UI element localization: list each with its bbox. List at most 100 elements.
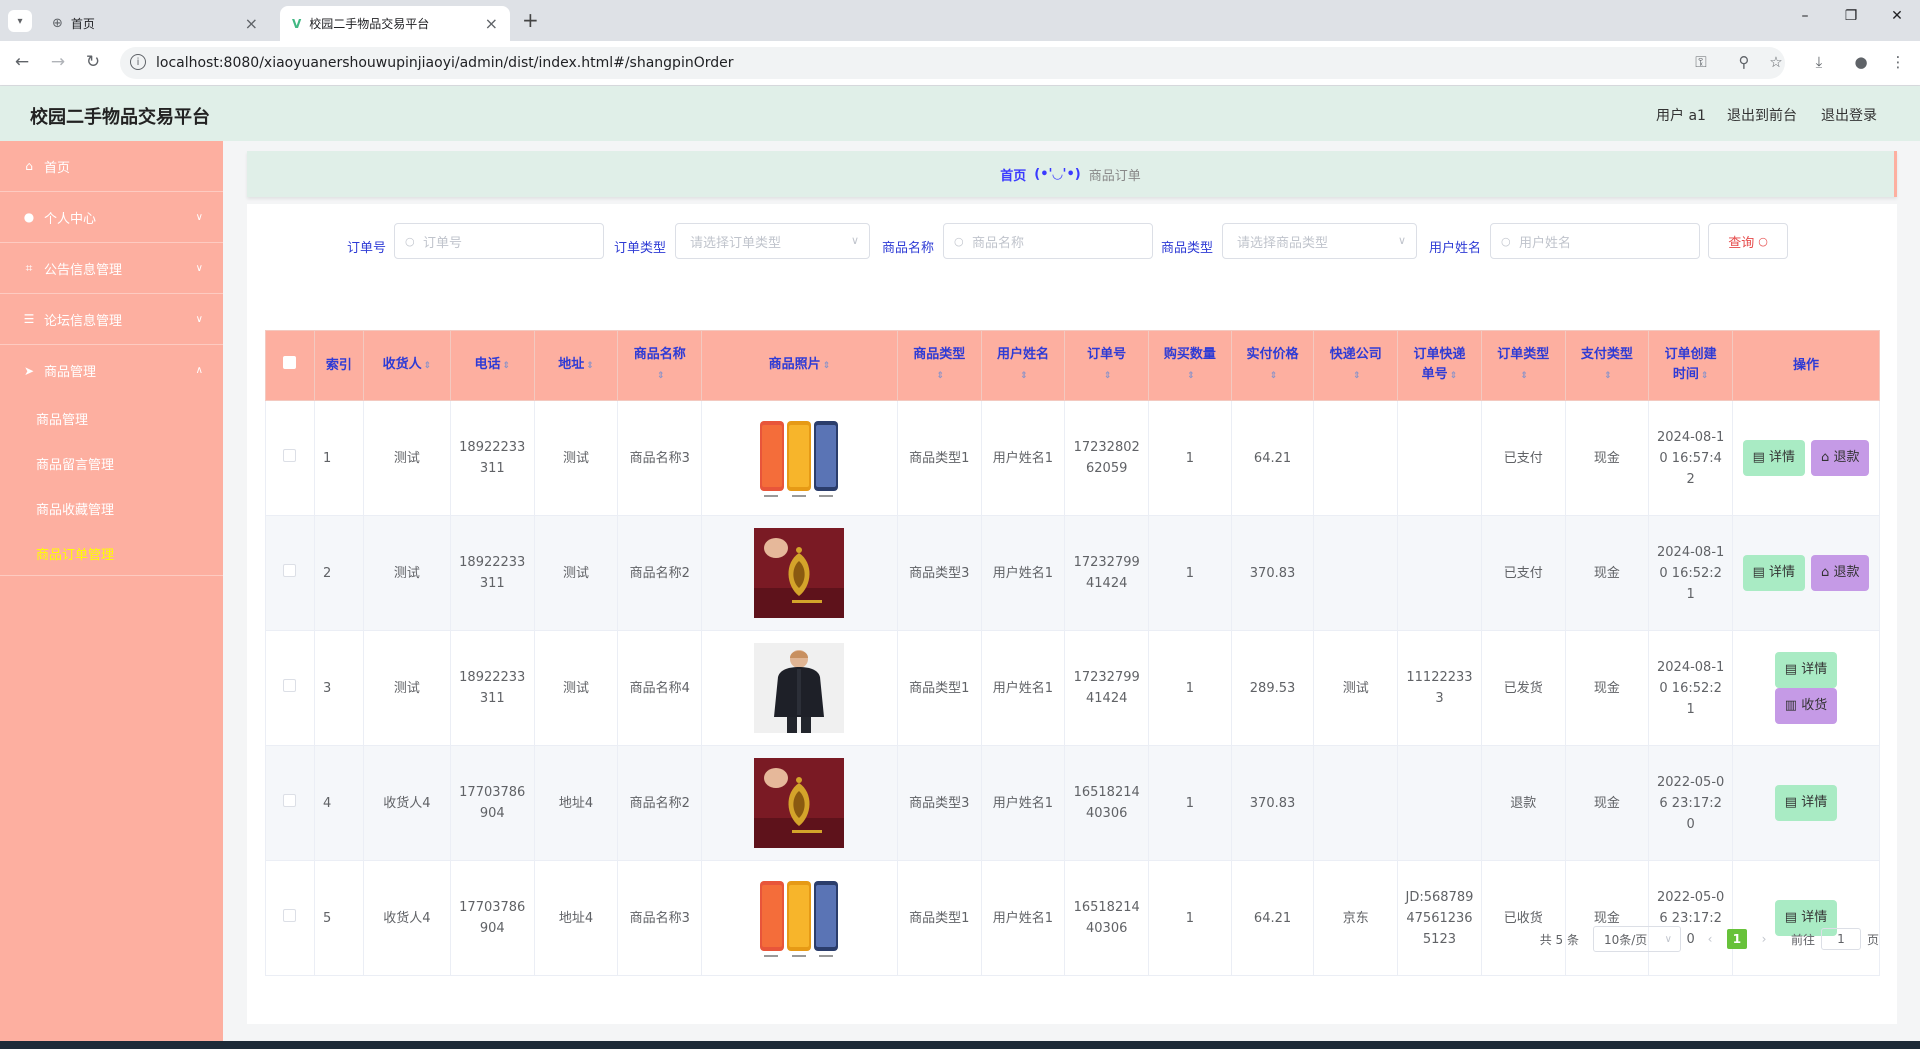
cell-photo	[701, 630, 898, 746]
minimize-icon[interactable]: –	[1790, 8, 1820, 24]
sort-icon[interactable]: ⇕	[1604, 371, 1612, 381]
detail-button[interactable]: ▤ 详情	[1774, 652, 1838, 688]
order-no-input[interactable]: ○ 订单号	[394, 223, 604, 259]
col-tracking[interactable]: 订单快递 单号 ⇕	[1397, 330, 1482, 401]
col-photo[interactable]: 商品照片 ⇕	[701, 330, 898, 401]
sidebar-item-notice[interactable]: ⌗ 公告信息管理 ∨	[0, 243, 223, 294]
product-photo-pendant[interactable]	[754, 528, 845, 618]
forward-icon[interactable]: →	[47, 52, 69, 72]
new-tab-icon[interactable]: +	[522, 8, 539, 32]
profile-icon[interactable]: ●	[1850, 53, 1872, 71]
key-icon[interactable]: ⚿	[1690, 53, 1712, 71]
col-goods-name[interactable]: 商品名称 ⇕	[617, 330, 703, 401]
submenu-goods-manage[interactable]: 商品管理	[0, 396, 223, 441]
download-icon[interactable]: ⤓	[1808, 53, 1830, 71]
col-phone[interactable]: 电话 ⇕	[449, 330, 535, 401]
row-checkbox[interactable]	[283, 448, 297, 462]
sort-icon[interactable]: ⇕	[657, 371, 665, 381]
table-row[interactable]: 1 测试 18922233311 测试 商品名称3 商品类型1 用户姓名1 172328026…	[265, 400, 1880, 516]
menu-dots-icon[interactable]: ⋮	[1887, 53, 1909, 71]
sidebar-item-profile[interactable]: ● 个人中心 ∨	[0, 192, 223, 243]
col-courier[interactable]: 快递公司 ⇕	[1313, 330, 1399, 401]
breadcrumb-home[interactable]: 首页	[1000, 165, 1026, 184]
zoom-icon[interactable]: ⚲	[1733, 53, 1755, 71]
col-pay-type[interactable]: 支付类型 ⇕	[1564, 330, 1650, 401]
row-checkbox[interactable]	[283, 678, 297, 692]
row-checkbox[interactable]	[283, 793, 297, 807]
select-all-checkbox[interactable]	[283, 355, 297, 369]
detail-button[interactable]: ▤ 详情	[1774, 785, 1838, 821]
sidebar-item-forum[interactable]: ☰ 论坛信息管理 ∨	[0, 294, 223, 345]
order-type-select[interactable]: 请选择订单类型 ∨	[675, 223, 870, 259]
bookmark-star-icon[interactable]: ☆	[1765, 53, 1787, 71]
sort-icon[interactable]: ⇕	[424, 361, 432, 371]
sort-icon[interactable]: ⇕	[586, 361, 594, 371]
sort-icon[interactable]: ⇕	[1450, 371, 1458, 381]
goods-name-input[interactable]: ○ 商品名称	[943, 223, 1153, 259]
sort-icon[interactable]: ⇕	[936, 371, 944, 381]
goods-type-select[interactable]: 请选择商品类型 ∨	[1222, 223, 1417, 259]
col-user-name[interactable]: 用户姓名 ⇕	[980, 330, 1066, 401]
back-icon[interactable]: ←	[11, 52, 33, 72]
sort-icon[interactable]: ⇕	[1701, 371, 1709, 381]
detail-button[interactable]: ▤ 详情	[1742, 440, 1806, 476]
browser-tab-home[interactable]: ⊕ 首页 ×	[40, 6, 270, 41]
sort-icon[interactable]: ⇕	[502, 361, 510, 371]
product-photo-phones[interactable]	[754, 413, 845, 503]
sidebar-item-home[interactable]: ⌂ 首页	[0, 141, 223, 192]
product-photo-phones[interactable]	[754, 873, 845, 963]
sort-icon[interactable]: ⇕	[1104, 371, 1112, 381]
prev-page-icon[interactable]: ‹	[1701, 932, 1719, 946]
sort-icon[interactable]: ⇕	[1270, 371, 1278, 381]
reload-icon[interactable]: ↻	[82, 52, 104, 72]
url-field[interactable]: localhost:8080/xiaoyuanershouwupinjiaoyi…	[120, 47, 1785, 79]
current-page-button[interactable]: 1	[1726, 929, 1747, 949]
site-info-icon[interactable]: i	[130, 54, 146, 70]
close-icon[interactable]: ×	[245, 14, 258, 33]
table-row[interactable]: 5 收货人4 17703786904 地址4 商品名称3 商品类型1 用户姓名1 165182…	[265, 860, 1880, 976]
row-checkbox[interactable]	[283, 563, 297, 577]
col-price[interactable]: 实付价格 ⇕	[1230, 330, 1315, 401]
sort-icon[interactable]: ⇕	[1020, 371, 1028, 381]
row-checkbox[interactable]	[283, 908, 297, 922]
close-icon[interactable]: ×	[485, 14, 498, 33]
window-close-icon[interactable]: ✕	[1882, 8, 1912, 24]
browser-tab-active[interactable]: V 校园二手物品交易平台 ×	[280, 6, 510, 41]
col-qty[interactable]: 购买数量 ⇕	[1148, 330, 1232, 401]
col-receiver[interactable]: 收货人 ⇕	[362, 330, 451, 401]
refund-button[interactable]: ⌂ 退款	[1811, 440, 1870, 476]
col-address[interactable]: 地址 ⇕	[533, 330, 619, 401]
detail-button[interactable]: ▤ 详情	[1742, 555, 1806, 591]
refund-button[interactable]: ⌂ 退款	[1811, 555, 1870, 591]
sort-icon[interactable]: ⇕	[823, 361, 831, 371]
product-photo-jacket[interactable]	[754, 643, 845, 733]
table-row[interactable]: 2 测试 18922233311 测试 商品名称2 商品类型3 用户姓名1 172327994…	[265, 515, 1880, 631]
tab-list-button[interactable]: ▾	[8, 10, 32, 32]
col-created[interactable]: 订单创建 时间 ⇕	[1648, 330, 1734, 401]
sidebar-item-goods[interactable]: ➤ 商品管理 ∧	[0, 345, 223, 396]
sort-icon[interactable]: ⇕	[1353, 371, 1361, 381]
cell-order-no: 1651821440306	[1064, 745, 1150, 861]
submenu-goods-comment[interactable]: 商品留言管理	[0, 441, 223, 486]
user-name-input[interactable]: ○ 用户姓名	[1490, 223, 1700, 259]
col-goods-type[interactable]: 商品类型 ⇕	[896, 330, 982, 401]
logout-link[interactable]: 退出登录	[1821, 105, 1877, 125]
col-order-no[interactable]: 订单号 ⇕	[1064, 330, 1150, 401]
table-row[interactable]: 3 测试 18922233311 测试 商品名称4 商品类型1 用户姓名1 172327994…	[265, 630, 1880, 746]
restore-icon[interactable]: ❐	[1836, 8, 1866, 24]
goto-page-input[interactable]: 1	[1820, 928, 1861, 950]
exit-to-front-link[interactable]: 退出到前台	[1727, 105, 1797, 125]
submenu-goods-favorite[interactable]: 商品收藏管理	[0, 486, 223, 531]
product-photo-pendant[interactable]	[754, 758, 845, 848]
submenu-goods-order[interactable]: 商品订单管理	[0, 531, 223, 576]
next-page-icon[interactable]: ›	[1755, 932, 1773, 946]
col-index[interactable]: 索引	[313, 330, 364, 401]
table-row[interactable]: 4 收货人4 17703786904 地址4 商品名称2 商品类型3 用户姓名1 165182…	[265, 745, 1880, 861]
cell-order-type: 已收货	[1480, 860, 1566, 976]
page-size-select[interactable]: 10条/页 ∨	[1592, 926, 1681, 952]
query-button[interactable]: 查询 ○	[1708, 223, 1788, 259]
col-order-type[interactable]: 订单类型 ⇕	[1480, 330, 1566, 401]
sort-icon[interactable]: ⇕	[1520, 371, 1528, 381]
receive-button[interactable]: ▥ 收货	[1774, 688, 1838, 724]
sort-icon[interactable]: ⇕	[1187, 371, 1195, 381]
